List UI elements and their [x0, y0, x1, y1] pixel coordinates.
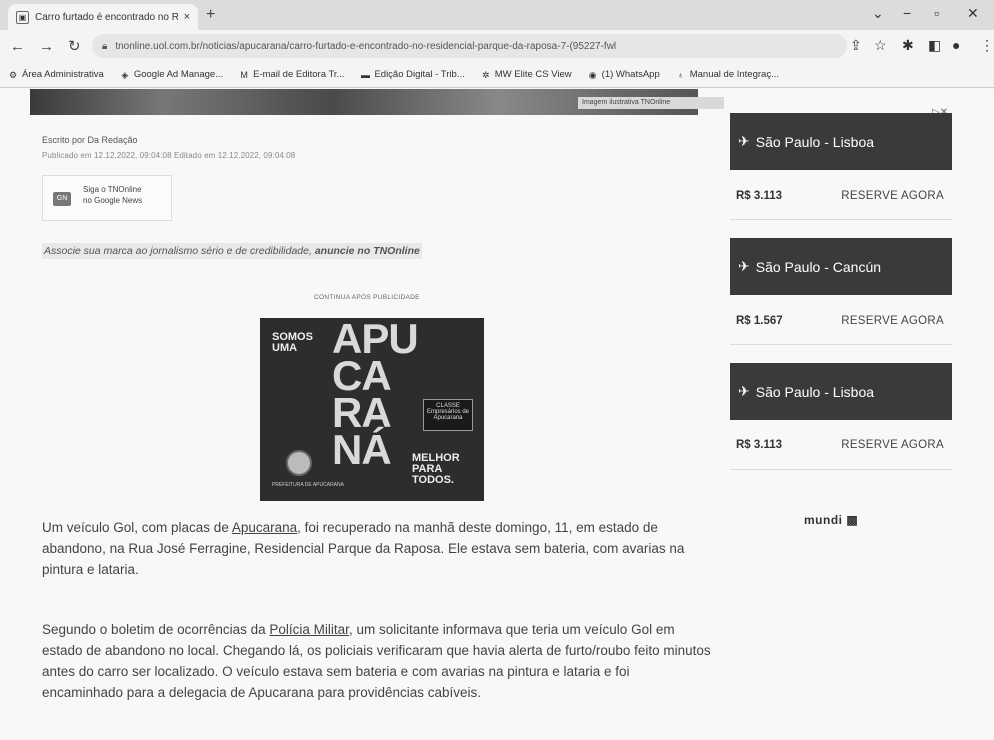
- address-bar[interactable]: 🔒︎ tnonline.uol.com.br/noticias/apucaran…: [92, 34, 847, 58]
- bookmarks-bar: ⚙ Área Administrativa ◈ Google Ad Manage..…: [0, 62, 994, 88]
- reload-icon[interactable]: ↻: [68, 37, 81, 55]
- bookmark-item[interactable]: ⚙ Área Administrativa: [8, 69, 104, 80]
- extensions-icon[interactable]: ✱: [902, 37, 914, 54]
- tab-title: Carro furtado é encontrado no R...: [35, 11, 178, 23]
- page-content: Imagem ilustrativa TNOnline Escrito por …: [0, 89, 994, 740]
- new-tab-button[interactable]: +: [206, 6, 215, 24]
- mw-icon: ✲: [481, 69, 490, 80]
- minimize-button[interactable]: −: [903, 5, 911, 21]
- close-window-button[interactable]: ✕: [967, 5, 979, 22]
- ad-text-todos: TODOS.: [412, 474, 454, 486]
- flight-offer-1[interactable]: ✈ São Paulo - Lisboa: [730, 113, 952, 170]
- flight-price: R$ 3.113: [736, 439, 783, 451]
- flight-price: R$ 1.567: [736, 315, 783, 327]
- favicon-icon: ▣: [16, 10, 29, 24]
- article-paragraph-1: Um veículo Gol, com placas de Apucarana,…: [42, 520, 685, 577]
- hero-image: Imagem ilustrativa TNOnline: [30, 89, 724, 115]
- ad-text-uma: UMA: [272, 342, 298, 354]
- share-icon[interactable]: ⇪: [850, 37, 862, 54]
- bookmark-item[interactable]: ◉ (1) WhatsApp: [588, 69, 660, 80]
- tab-close-icon[interactable]: ×: [184, 11, 190, 23]
- forward-arrow-icon[interactable]: →: [39, 38, 54, 55]
- suitcase-icon: ▩: [846, 513, 859, 527]
- flight-price-row-2: R$ 1.567 RESERVE AGORA: [730, 315, 952, 327]
- flight-offer-3[interactable]: ✈ São Paulo - Lisboa: [730, 363, 952, 420]
- browser-toolbar: ← → ↻ 🔒︎ tnonline.uol.com.br/noticias/ap…: [0, 30, 994, 62]
- tab-search-icon[interactable]: ⌄: [872, 5, 884, 22]
- maximize-button[interactable]: ▫: [934, 5, 939, 21]
- back-arrow-icon[interactable]: ←: [10, 38, 25, 55]
- hero-caption: Imagem ilustrativa TNOnline: [578, 97, 724, 109]
- whatsapp-icon: ◉: [588, 69, 597, 80]
- divider: [730, 219, 952, 220]
- plane-icon: ✈: [738, 258, 750, 274]
- publication-info: Publicado em 12.12.2022, 09:04:08 Editad…: [42, 151, 296, 160]
- bookmark-item[interactable]: ◈ Google Ad Manage...: [120, 69, 223, 80]
- plane-icon: ✈: [738, 133, 750, 149]
- google-news-icon: GN: [53, 192, 71, 206]
- flight-price-row-3: R$ 3.113 RESERVE AGORA: [730, 439, 952, 451]
- gnews-line1: Siga o TNOnline: [83, 185, 142, 194]
- divider: [730, 469, 952, 470]
- ad-banner[interactable]: SOMOS UMA APU CA RA NÁ CLASSE Empresário…: [260, 318, 484, 501]
- advertise-promo[interactable]: Associe sua marca ao jornalismo sério e …: [42, 243, 422, 259]
- gnews-line2: no Google News: [83, 196, 143, 205]
- browser-chrome: ▣ Carro furtado é encontrado no R... × +…: [0, 0, 994, 90]
- advertise-link[interactable]: anuncie no TNOnline: [315, 245, 420, 257]
- apucarana-link[interactable]: Apucarana: [232, 520, 297, 535]
- flight-price-row-1: R$ 3.113 RESERVE AGORA: [730, 190, 952, 202]
- divider: [730, 344, 952, 345]
- lock-icon: 🔒︎: [102, 40, 108, 52]
- mundi-logo[interactable]: mundi ▩: [804, 513, 858, 527]
- flight-offer-2[interactable]: ✈ São Paulo - Cancún: [730, 238, 952, 295]
- browser-tab-active[interactable]: ▣ Carro furtado é encontrado no R... ×: [8, 4, 198, 30]
- profile-avatar[interactable]: ●: [952, 37, 960, 53]
- gmail-icon: M: [240, 69, 248, 80]
- bookmark-item[interactable]: M E-mail de Editora Tr...: [239, 69, 344, 80]
- url-text: tnonline.uol.com.br/noticias/apucarana/c…: [115, 40, 617, 52]
- reserve-button[interactable]: RESERVE AGORA: [841, 315, 944, 327]
- ad-manager-icon: ◈: [121, 69, 129, 80]
- menu-kebab-icon[interactable]: ⋮: [980, 37, 994, 54]
- policia-militar-link[interactable]: Polícia Militar: [269, 622, 349, 637]
- flight-price: R$ 3.113: [736, 190, 783, 202]
- reserve-button[interactable]: RESERVE AGORA: [841, 439, 944, 451]
- bookmark-item[interactable]: ▬ Edição Digital - Trib...: [360, 69, 465, 80]
- ad-big-4: NÁ: [332, 426, 392, 473]
- manual-icon: ♁: [677, 69, 685, 80]
- ad-label: CONTINUA APÓS PUBLICIDADE: [314, 294, 420, 301]
- sidepanel-icon[interactable]: ◧: [928, 37, 941, 54]
- bookmark-star-icon[interactable]: ☆: [874, 37, 887, 54]
- bookmark-item[interactable]: ✲ MW Elite CS View: [481, 69, 572, 80]
- plane-icon: ✈: [738, 383, 750, 399]
- article-paragraph-2: Segundo o boletim de ocorrências da Polí…: [42, 622, 711, 700]
- byline: Escrito por Da Redação: [42, 135, 138, 145]
- ad-badge: CLASSE Empresários de Apucarana: [423, 399, 473, 431]
- ad-prefeitura: PREFEITURA DE APUCARANA: [272, 482, 344, 488]
- google-news-follow[interactable]: GN Siga o TNOnline no Google News: [42, 175, 172, 221]
- tab-strip: ▣ Carro furtado é encontrado no R... × +…: [0, 0, 994, 30]
- bookmark-item[interactable]: ♁ Manual de Integraç...: [676, 69, 779, 80]
- gear-icon: ⚙: [8, 69, 18, 80]
- edition-icon: ▬: [360, 69, 370, 80]
- reserve-button[interactable]: RESERVE AGORA: [841, 190, 944, 202]
- city-seal-icon: [286, 450, 312, 476]
